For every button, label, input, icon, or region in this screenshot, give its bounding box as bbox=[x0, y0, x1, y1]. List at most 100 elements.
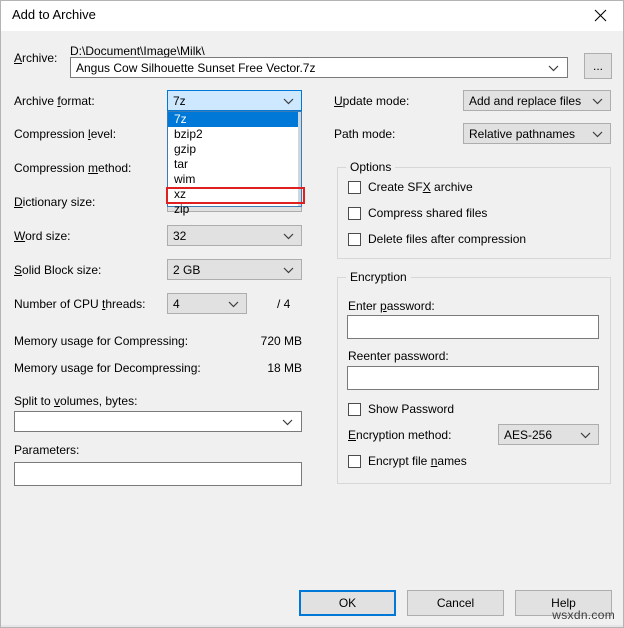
close-button[interactable] bbox=[578, 1, 623, 30]
update-mode-combo[interactable]: Add and replace files bbox=[463, 90, 611, 111]
dictionary-size-label: Dictionary size: bbox=[14, 195, 95, 209]
add-to-archive-dialog: Add to Archive Archive: D:\Document\Imag… bbox=[0, 0, 624, 628]
checkbox-box bbox=[348, 207, 361, 220]
window-title: Add to Archive bbox=[12, 7, 96, 22]
options-group-title: Options bbox=[346, 160, 395, 174]
footer-divider bbox=[1, 571, 623, 572]
word-size-combo[interactable]: 32 bbox=[167, 225, 302, 246]
split-volumes-label-pre: Split to bbox=[14, 394, 54, 408]
archive-label-accel: A bbox=[14, 51, 22, 65]
split-volumes-combo[interactable] bbox=[14, 411, 302, 432]
create-sfx-archive-label: Create SFX archive bbox=[368, 180, 473, 194]
word-size-label-post: ord size: bbox=[25, 229, 70, 243]
delete-files-after-compression-checkbox[interactable]: Delete files after compression bbox=[348, 232, 526, 246]
dropdown-option-xz[interactable]: xz bbox=[168, 187, 301, 202]
enter-password-label-post: assword: bbox=[387, 299, 435, 313]
chevron-down-icon bbox=[592, 94, 603, 108]
delete-files-after-compression-label: Delete files after compression bbox=[368, 232, 526, 246]
chevron-down-icon bbox=[592, 127, 603, 141]
archive-label: Archive: bbox=[14, 51, 57, 65]
reenter-password-input[interactable] bbox=[347, 366, 599, 390]
dropdown-option-tar[interactable]: tar bbox=[168, 157, 301, 172]
parameters-input[interactable] bbox=[14, 462, 302, 486]
dictionary-size-label-accel: D bbox=[14, 195, 23, 209]
compression-method-label: Compression method: bbox=[14, 161, 131, 175]
solid-block-size-label-post: olid Block size: bbox=[22, 263, 101, 277]
archive-filename-combo[interactable]: Angus Cow Silhouette Sunset Free Vector.… bbox=[70, 57, 568, 78]
encryption-method-label: Encryption method: bbox=[348, 428, 451, 442]
archive-format-dropdown-list[interactable]: 7z bzip2 gzip tar wim xz zip bbox=[167, 111, 302, 207]
dropdown-scrollbar[interactable] bbox=[298, 112, 301, 206]
dictionary-size-label-post: ictionary size: bbox=[23, 195, 96, 209]
archive-format-combo[interactable]: 7z bbox=[167, 90, 302, 111]
cpu-threads-value: 4 bbox=[173, 297, 180, 311]
chevron-down-icon bbox=[283, 229, 294, 243]
solid-block-size-label-accel: S bbox=[14, 263, 22, 277]
watermark-text: wsxdn.com bbox=[552, 608, 615, 622]
path-mode-value: Relative pathnames bbox=[469, 127, 575, 141]
update-mode-value: Add and replace files bbox=[469, 94, 581, 108]
compress-shared-files-checkbox[interactable]: Compress shared files bbox=[348, 206, 487, 220]
enter-password-label-accel: p bbox=[380, 299, 387, 313]
memory-decompress-value: 18 MB bbox=[201, 361, 302, 375]
archive-path-text: D:\Document\Image\Milk\ bbox=[70, 44, 205, 58]
dropdown-option-7z[interactable]: 7z bbox=[168, 112, 301, 127]
create-sfx-label-pre: Create SF bbox=[368, 180, 423, 194]
encryption-group-title: Encryption bbox=[346, 270, 411, 284]
encryption-method-label-post: ncryption method: bbox=[356, 428, 451, 442]
dialog-bottom-edge bbox=[1, 625, 623, 627]
dropdown-option-zip[interactable]: zip bbox=[168, 202, 301, 217]
path-mode-label: Path mode: bbox=[334, 127, 395, 141]
encrypt-file-names-label-post: ames bbox=[437, 454, 466, 468]
word-size-label-accel: W bbox=[14, 229, 25, 243]
dropdown-option-gzip[interactable]: gzip bbox=[168, 142, 301, 157]
encryption-method-combo[interactable]: AES-256 bbox=[498, 424, 599, 445]
word-size-label: Word size: bbox=[14, 229, 70, 243]
archive-format-label-post: ormat: bbox=[61, 94, 95, 108]
show-password-label: Show Password bbox=[368, 402, 454, 416]
update-mode-label: Update mode: bbox=[334, 94, 409, 108]
cancel-button[interactable]: Cancel bbox=[407, 590, 504, 616]
encrypt-file-names-label-pre: Encrypt file bbox=[368, 454, 431, 468]
delete-files-label-pre: Delete files after compression bbox=[368, 232, 526, 246]
show-password-checkbox[interactable]: Show Password bbox=[348, 402, 454, 416]
chevron-down-icon bbox=[548, 61, 559, 75]
compression-method-label-post: ethod: bbox=[98, 161, 131, 175]
cpu-threads-combo[interactable]: 4 bbox=[167, 293, 247, 314]
enter-password-label: Enter password: bbox=[348, 299, 435, 313]
close-icon bbox=[594, 9, 607, 22]
chevron-down-icon bbox=[228, 297, 239, 311]
solid-block-size-combo[interactable]: 2 GB bbox=[167, 259, 302, 280]
compression-method-label-pre: Compression bbox=[14, 161, 88, 175]
reenter-password-label: Reenter password: bbox=[348, 349, 449, 363]
title-bar: Add to Archive bbox=[1, 1, 623, 31]
encrypt-file-names-checkbox[interactable]: Encrypt file names bbox=[348, 454, 467, 468]
encrypt-file-names-label: Encrypt file names bbox=[368, 454, 467, 468]
update-mode-label-accel: U bbox=[334, 94, 343, 108]
archive-format-label-pre: Archive bbox=[14, 94, 57, 108]
solid-block-size-value: 2 GB bbox=[173, 263, 200, 277]
checkbox-box bbox=[348, 233, 361, 246]
cpu-threads-label-post: hreads: bbox=[105, 297, 145, 311]
browse-button[interactable]: ... bbox=[584, 53, 612, 79]
ok-button[interactable]: OK bbox=[299, 590, 396, 616]
checkbox-box bbox=[348, 403, 361, 416]
split-volumes-label: Split to volumes, bytes: bbox=[14, 394, 137, 408]
enter-password-input[interactable] bbox=[347, 315, 599, 339]
encryption-method-label-accel: E bbox=[348, 428, 356, 442]
chevron-down-icon bbox=[283, 263, 294, 277]
cpu-threads-label: Number of CPU threads: bbox=[14, 297, 145, 311]
chevron-down-icon bbox=[580, 428, 591, 442]
dropdown-option-wim[interactable]: wim bbox=[168, 172, 301, 187]
compression-level-label-post: evel: bbox=[91, 127, 116, 141]
archive-format-value: 7z bbox=[173, 94, 186, 108]
update-mode-label-post: pdate mode: bbox=[343, 94, 410, 108]
cpu-threads-total: / 4 bbox=[277, 297, 290, 311]
path-mode-combo[interactable]: Relative pathnames bbox=[463, 123, 611, 144]
checkbox-box bbox=[348, 455, 361, 468]
create-sfx-archive-checkbox[interactable]: Create SFX archive bbox=[348, 180, 473, 194]
compression-method-label-accel: m bbox=[88, 161, 98, 175]
dropdown-option-bzip2[interactable]: bzip2 bbox=[168, 127, 301, 142]
chevron-down-icon bbox=[282, 415, 293, 429]
parameters-label: Parameters: bbox=[14, 443, 79, 457]
